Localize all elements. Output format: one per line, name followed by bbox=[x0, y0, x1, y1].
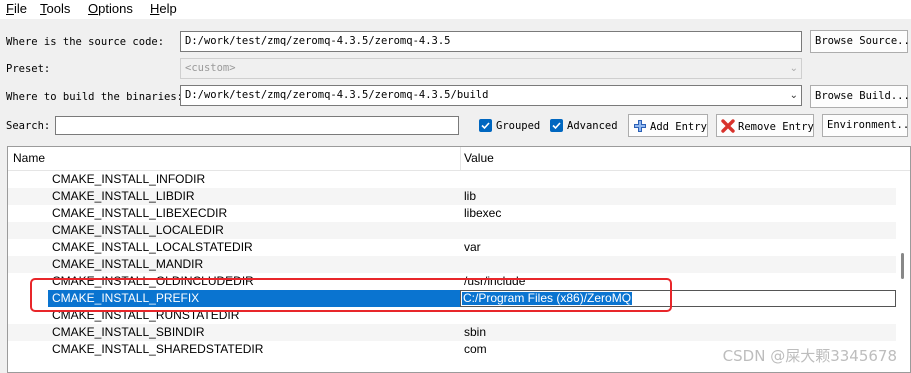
red-x-icon bbox=[721, 119, 735, 133]
table-row[interactable]: CMAKE_INSTALL_MANDIR bbox=[8, 256, 898, 273]
preset-label: Preset: bbox=[6, 63, 51, 75]
table-row[interactable]: CMAKE_INSTALL_LIBEXECDIR libexec bbox=[8, 205, 898, 222]
environment-button[interactable]: Environment... bbox=[822, 114, 911, 137]
table-row[interactable]: CMAKE_INSTALL_LOCALSTATEDIR var bbox=[8, 239, 898, 256]
table-header: Name Value bbox=[8, 147, 910, 171]
row-name: CMAKE_INSTALL_LOCALEDIR bbox=[52, 223, 224, 237]
table-row[interactable]: CMAKE_INSTALL_INFODIR bbox=[8, 171, 898, 188]
add-entry-button[interactable]: Add Entry bbox=[628, 114, 708, 137]
row-name: CMAKE_INSTALL_SBINDIR bbox=[52, 325, 205, 339]
row-name: CMAKE_INSTALL_SHAREDSTATEDIR bbox=[52, 342, 264, 356]
watermark: CSDN @屎大颗3345678 bbox=[722, 347, 897, 365]
browse-build-button[interactable]: Browse Build... bbox=[810, 85, 910, 108]
grouped-checkbox[interactable] bbox=[479, 119, 492, 132]
build-path-value: D:/work/test/zmq/zeromq-4.3.5/zeromq-4.3… bbox=[185, 89, 489, 101]
checkmark-icon bbox=[552, 122, 561, 130]
menu-file[interactable]: File bbox=[6, 1, 27, 16]
advanced-checkbox[interactable] bbox=[550, 119, 563, 132]
vertical-scrollbar[interactable] bbox=[896, 171, 910, 372]
row-name: CMAKE_INSTALL_LOCALSTATEDIR bbox=[52, 240, 253, 254]
source-label: Where is the source code: bbox=[6, 36, 165, 48]
highlight-annotation-box bbox=[30, 278, 672, 312]
table-row[interactable]: CMAKE_INSTALL_SBINDIR sbin bbox=[8, 324, 898, 341]
grouped-label: Grouped bbox=[496, 120, 541, 132]
row-name: CMAKE_INSTALL_LIBDIR bbox=[52, 189, 195, 203]
source-path-value: D:/work/test/zmq/zeromq-4.3.5/zeromq-4.3… bbox=[185, 35, 451, 47]
column-divider[interactable] bbox=[460, 147, 461, 171]
row-value[interactable]: sbin bbox=[464, 325, 486, 339]
row-value[interactable]: com bbox=[464, 342, 487, 356]
advanced-label: Advanced bbox=[567, 120, 618, 132]
remove-entry-button[interactable]: Remove Entry bbox=[716, 114, 814, 137]
source-path-field[interactable]: D:/work/test/zmq/zeromq-4.3.5/zeromq-4.3… bbox=[180, 31, 802, 52]
chevron-down-icon: ⌄ bbox=[789, 90, 798, 101]
row-name: CMAKE_INSTALL_MANDIR bbox=[52, 257, 204, 271]
scrollbar-thumb[interactable] bbox=[901, 253, 904, 279]
browse-source-label: Browse Source... bbox=[815, 35, 911, 47]
browse-source-button[interactable]: Browse Source... bbox=[810, 30, 911, 53]
column-header-value[interactable]: Value bbox=[464, 151, 494, 165]
preset-value: <custom> bbox=[185, 62, 236, 74]
menu-tools[interactable]: Tools bbox=[40, 1, 70, 16]
search-label: Search: bbox=[6, 120, 51, 132]
environment-label: Environment... bbox=[827, 119, 911, 131]
row-value[interactable]: lib bbox=[464, 189, 476, 203]
checkmark-icon bbox=[481, 122, 490, 130]
row-value[interactable]: libexec bbox=[464, 206, 501, 220]
build-path-combo[interactable]: D:/work/test/zmq/zeromq-4.3.5/zeromq-4.3… bbox=[180, 85, 802, 106]
browse-build-label: Browse Build... bbox=[815, 90, 910, 102]
remove-entry-label: Remove Entry bbox=[738, 121, 814, 133]
table-row[interactable]: CMAKE_INSTALL_LIBDIR lib bbox=[8, 188, 898, 205]
build-label: Where to build the binaries: bbox=[6, 91, 184, 103]
row-value[interactable]: var bbox=[464, 240, 481, 254]
menu-help[interactable]: Help bbox=[150, 1, 177, 16]
cache-table[interactable]: Name Value CMAKE_INSTALL_INFODIR CMAKE_I… bbox=[7, 146, 911, 373]
row-name: CMAKE_INSTALL_INFODIR bbox=[52, 172, 206, 186]
chevron-down-icon: ⌄ bbox=[789, 63, 798, 74]
row-name: CMAKE_INSTALL_LIBEXECDIR bbox=[52, 206, 228, 220]
search-input[interactable] bbox=[55, 116, 459, 135]
menu-bar: File Tools Options Help bbox=[0, 0, 911, 19]
add-entry-label: Add Entry bbox=[650, 121, 707, 133]
table-row[interactable]: CMAKE_INSTALL_LOCALEDIR bbox=[8, 222, 898, 239]
column-header-name[interactable]: Name bbox=[13, 151, 45, 165]
add-entry-icon bbox=[634, 120, 646, 132]
preset-combo[interactable]: <custom> ⌄ bbox=[180, 58, 802, 79]
menu-options[interactable]: Options bbox=[88, 1, 133, 16]
